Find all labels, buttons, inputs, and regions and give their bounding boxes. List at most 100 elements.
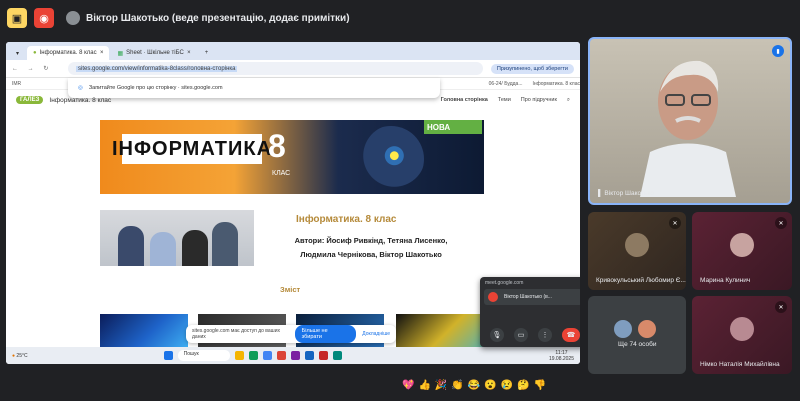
- weather-icon: ●: [12, 352, 16, 359]
- banner-head-image: [358, 126, 424, 192]
- search-icon[interactable]: ⌕: [567, 97, 570, 104]
- app-icon[interactable]: [262, 351, 272, 360]
- camera-icon[interactable]: ▭: [514, 328, 528, 342]
- site-nav: Головна сторінка Теми Про підручник ⌕: [441, 97, 570, 104]
- book-authors: Автори: Йосиф Ривкінд, Тетяна Лисенко, Л…: [294, 236, 448, 259]
- participant-camera-tile[interactable]: ▮ ▌ Віктор Шакотько: [588, 37, 792, 205]
- banner-title: ІНФОРМАТИКА: [112, 134, 271, 164]
- mic-icon[interactable]: 🎙: [490, 328, 504, 342]
- site-logo[interactable]: ГАЛЕЗ: [16, 96, 44, 104]
- more-participants-label: Ще 74 особи: [618, 341, 657, 348]
- reaction-thumbs-down-icon[interactable]: 👎: [534, 380, 546, 391]
- participant-tile[interactable]: ✕ Німко Наталія Михайлівна: [692, 296, 792, 374]
- app-icon[interactable]: [332, 351, 342, 360]
- mic-off-icon: ✕: [775, 217, 787, 229]
- url-text: sites.google.com/view/informatika-8class…: [76, 65, 238, 72]
- cookie-banner: sites.google.com має доступ до ваших дан…: [186, 325, 396, 343]
- participant-tile[interactable]: ✕ Кривокульський Любомир Є...: [588, 212, 686, 290]
- bookmark-item[interactable]: IMR: [12, 81, 21, 87]
- avatar: [730, 232, 754, 257]
- mini-presenter-row[interactable]: Віктор Шакотько (в...: [484, 289, 580, 305]
- cookie-text: sites.google.com має доступ до ваших дан…: [192, 328, 280, 340]
- word-icon[interactable]: [304, 351, 314, 360]
- contents-heading: Зміст: [280, 285, 301, 294]
- taskbar-search[interactable]: Пошук: [177, 350, 230, 361]
- participant-name: Кривокульський Любомир Є...: [596, 277, 686, 284]
- pin-icon: ▌: [598, 190, 603, 197]
- banner-nova-badge: НОВА: [424, 120, 482, 134]
- powerpoint-icon[interactable]: [318, 351, 328, 360]
- bookmark-item[interactable]: 06-24/ Будда...: [489, 81, 523, 87]
- start-icon[interactable]: [163, 351, 173, 360]
- participant-name: ▌ Віктор Шакотько: [598, 190, 654, 197]
- book-banner: ІНФОРМАТИКА 8 КЛАС НОВА: [100, 120, 484, 194]
- mini-presenter-label: Віктор Шакотько (в...: [504, 294, 552, 300]
- browser-tab[interactable]: ● Інформатика. 8 клас ×: [27, 46, 110, 60]
- clock-date: 19.08.2025: [548, 355, 574, 362]
- suggestion-text: Запитайте Google про цю сторінку · sites…: [88, 85, 223, 91]
- presenter-label: Віктор Шакотько (веде презентацію, додає…: [86, 12, 350, 24]
- browser-tab-bar: ▾ ● Інформатика. 8 клас × ▦ Sheet · Шкільн…: [6, 42, 580, 60]
- reaction-clap-icon[interactable]: 👏: [451, 380, 463, 391]
- mic-off-icon: ✕: [775, 301, 787, 313]
- windows-taskbar: ● 25°C Пошук 11:17 19.08.2025: [6, 347, 580, 364]
- speaking-icon: ▮: [772, 45, 784, 57]
- chrome-icon[interactable]: [276, 351, 286, 360]
- avatar: [614, 319, 633, 338]
- cookie-learn-more[interactable]: Докладніше: [362, 331, 390, 337]
- mini-controls: 🎙 ▭ ⋮ ☎: [490, 328, 580, 342]
- reaction-heart-icon[interactable]: 💖: [402, 380, 414, 391]
- more-participants-tile[interactable]: Ще 74 особи: [588, 296, 686, 374]
- cookie-accept-button[interactable]: Більше не збирати: [294, 325, 357, 343]
- participant-video: [640, 60, 736, 197]
- lens-icon: ◎: [78, 85, 83, 91]
- reaction-thumbs-up-icon[interactable]: 👍: [418, 380, 430, 391]
- mini-header: meet.google.com: [485, 280, 524, 286]
- avatar: [730, 316, 754, 341]
- reaction-laugh-icon[interactable]: 😂: [468, 380, 480, 391]
- participant-name: Німко Наталія Михайлівна: [700, 361, 780, 368]
- avatar: [625, 232, 649, 257]
- url-field[interactable]: sites.google.com/view/informatika-8class…: [68, 62, 483, 75]
- app-icon[interactable]: [248, 351, 258, 360]
- site-header: ГАЛЕЗ Інформатика. 8 клас Головна сторін…: [6, 92, 580, 108]
- meet-top-bar: ▣ ◉ Віктор Шакотько (веде презентацію, д…: [0, 0, 800, 36]
- nav-home[interactable]: Головна сторінка: [441, 97, 488, 104]
- taskbar-clock[interactable]: 11:17 19.08.2025: [549, 350, 574, 362]
- book-title: Інформатика. 8 клас: [296, 214, 397, 225]
- recording-icon: [488, 292, 498, 302]
- end-call-icon[interactable]: ☎: [562, 328, 580, 342]
- new-tab-icon[interactable]: +: [199, 46, 215, 60]
- presenter-indicator: Віктор Шакотько (веде презентацію, додає…: [66, 11, 350, 25]
- profile-chip[interactable]: Призупинено, щоб зберегти: [490, 63, 574, 74]
- reaction-sad-icon[interactable]: 😢: [501, 380, 513, 391]
- site-title[interactable]: Інформатика. 8 клас: [49, 97, 111, 104]
- avatar: [637, 319, 656, 338]
- reaction-thinking-icon[interactable]: 🤔: [517, 380, 529, 391]
- mic-off-icon: ✕: [669, 217, 681, 229]
- present-icon[interactable]: ▣: [7, 8, 27, 28]
- reactions-bar: 💖 👍 🎉 👏 😂 😮 😢 🤔 👎: [402, 380, 546, 391]
- more-icon[interactable]: ⋮: [538, 328, 552, 342]
- nav-buttons[interactable]: ← → ↻: [12, 65, 68, 72]
- reaction-party-icon[interactable]: 🎉: [435, 380, 447, 391]
- taskbar-apps: Пошук: [163, 350, 342, 361]
- stop-sharing-icon[interactable]: ◉: [34, 8, 54, 28]
- participant-tile[interactable]: ✕ Марина Кулинич: [692, 212, 792, 290]
- participant-name: Марина Кулинич: [700, 277, 751, 284]
- shared-screen: ▾ ● Інформатика. 8 клас × ▦ Sheet · Шкільн…: [6, 42, 580, 364]
- browser-tab[interactable]: ▦ Sheet · Шкільне тіБС ×: [111, 46, 196, 60]
- files-icon[interactable]: [234, 351, 244, 360]
- meet-mini-window: meet.google.com Віктор Шакотько (в... 🎙 …: [480, 277, 580, 347]
- window-menu-icon[interactable]: ▾: [10, 46, 25, 60]
- nav-about[interactable]: Про підручник: [521, 97, 557, 104]
- weather-temp: 25°C: [16, 352, 28, 359]
- authors-photo: [100, 210, 254, 266]
- banner-klas: КЛАС: [272, 170, 291, 177]
- presenter-avatar: [66, 11, 80, 25]
- taskbar-search-label: Пошук: [183, 351, 199, 357]
- reaction-surprised-icon[interactable]: 😮: [484, 380, 496, 391]
- app-icon[interactable]: [290, 351, 300, 360]
- bookmark-item[interactable]: Інформатика. 8 клас: [533, 81, 581, 87]
- nav-topics[interactable]: Теми: [498, 97, 511, 104]
